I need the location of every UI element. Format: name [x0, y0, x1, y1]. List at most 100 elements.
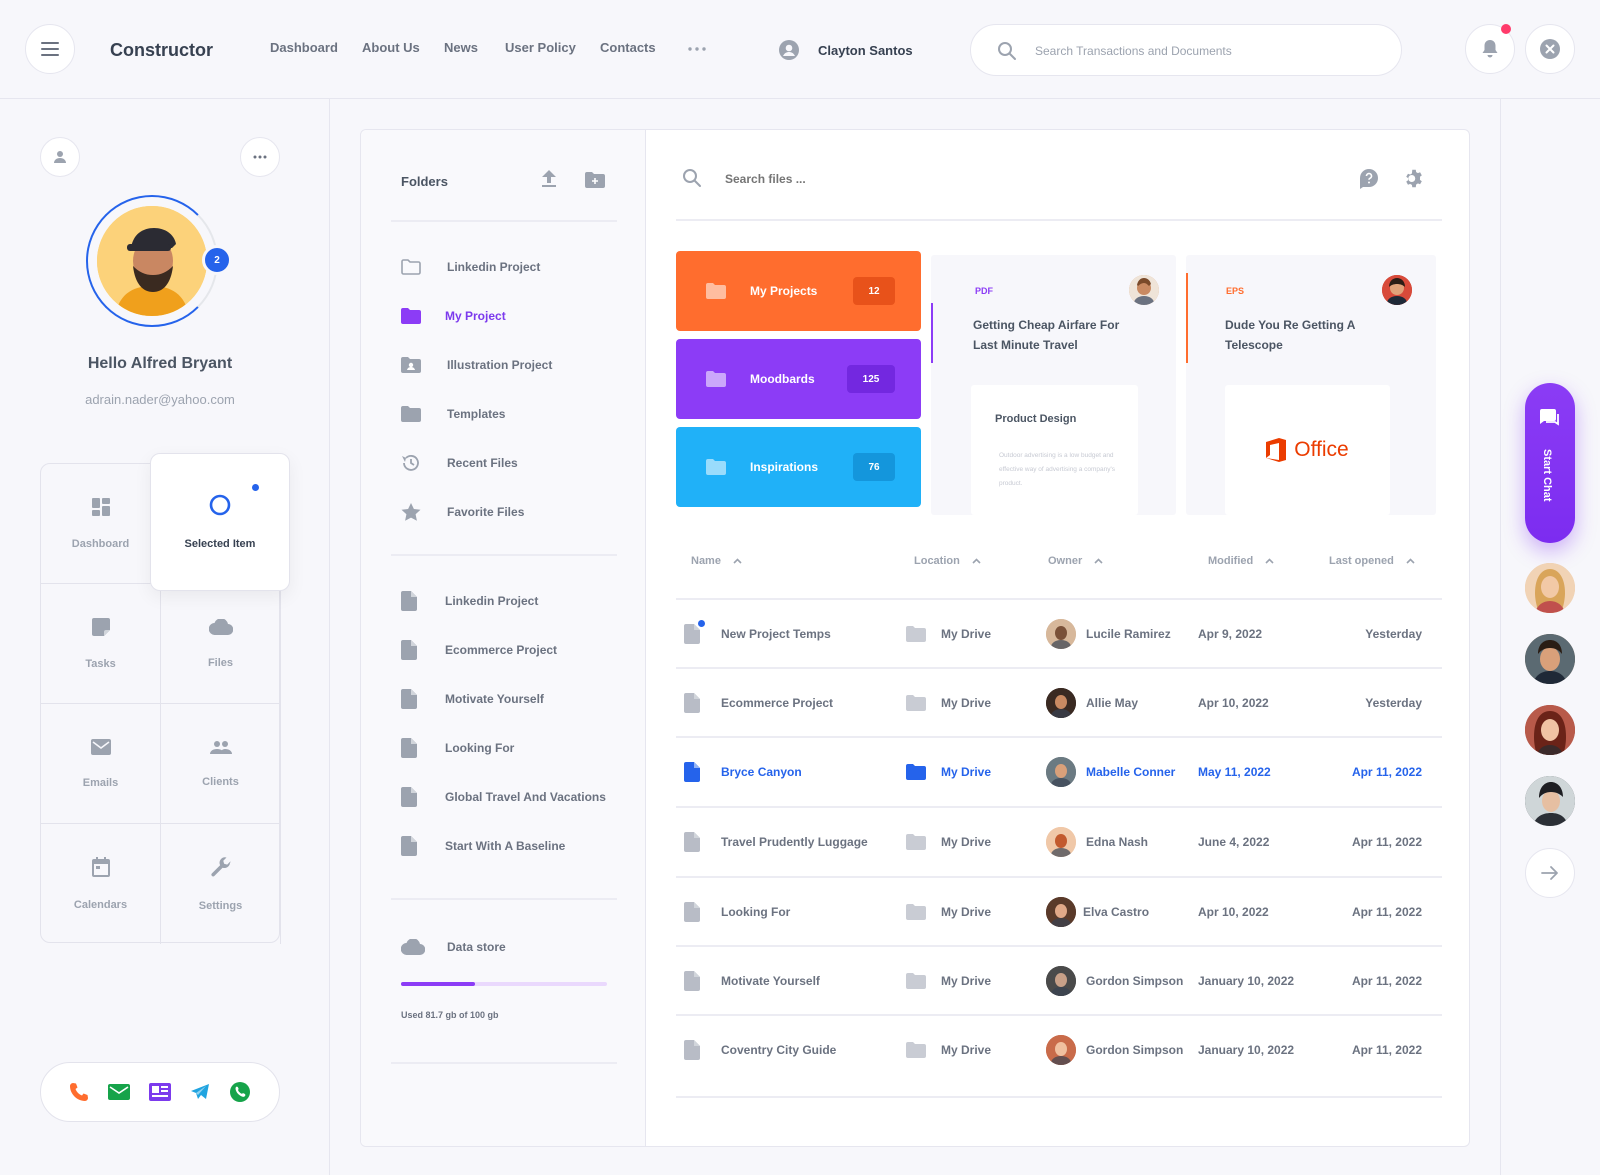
storage-used-text: Used 81.7 gb of 100 gb	[401, 1010, 499, 1020]
row-name[interactable]: Bryce Canyon	[721, 765, 802, 779]
tile-my-projects[interactable]: My Projects 12	[676, 251, 921, 331]
notification-dot	[1501, 24, 1511, 34]
menu-emails[interactable]: Emails	[41, 704, 161, 824]
upload-icon[interactable]	[542, 170, 556, 188]
phone-icon[interactable]	[69, 1082, 89, 1102]
whatsapp-icon[interactable]	[229, 1081, 251, 1103]
card-avatar	[1382, 275, 1412, 305]
user-name[interactable]: Clayton Santos	[818, 43, 913, 58]
chat-contact-avatar[interactable]	[1525, 634, 1575, 684]
telegram-icon[interactable]	[190, 1083, 210, 1101]
table-row[interactable]: Ecommerce Project My Drive Allie May Apr 10…	[676, 667, 1442, 737]
chat-contact-avatar[interactable]	[1525, 776, 1575, 826]
row-name[interactable]: Looking For	[721, 905, 790, 919]
profile-more-button[interactable]	[240, 137, 280, 177]
menu-clients[interactable]: Clients	[161, 704, 281, 824]
nav-user-policy[interactable]: User Policy	[505, 40, 576, 55]
row-location[interactable]: My Drive	[941, 835, 991, 849]
file-start-with-baseline[interactable]: Start With A Baseline	[401, 835, 565, 857]
nav-about-us[interactable]: About Us	[362, 40, 420, 55]
mail-icon[interactable]	[107, 1084, 130, 1100]
row-location[interactable]: My Drive	[941, 627, 991, 641]
row-location[interactable]: My Drive	[941, 765, 991, 779]
next-button[interactable]	[1525, 848, 1575, 898]
row-name[interactable]: Motivate Yourself	[721, 974, 820, 988]
data-store[interactable]: Data store	[401, 936, 506, 958]
nav-contacts[interactable]: Contacts	[600, 40, 656, 55]
nav-dashboard[interactable]: Dashboard	[270, 40, 338, 55]
row-folder-icon	[906, 764, 926, 780]
file-ecommerce-project[interactable]: Ecommerce Project	[401, 639, 557, 661]
file-search-input[interactable]	[725, 170, 1225, 188]
tile-inspirations[interactable]: Inspirations 76	[676, 427, 921, 507]
tile-count: 76	[853, 453, 895, 481]
file-global-travel[interactable]: Global Travel And Vacations	[401, 786, 606, 808]
new-folder-icon[interactable]	[585, 172, 605, 188]
row-location[interactable]: My Drive	[941, 974, 991, 988]
menu-settings[interactable]: Settings	[161, 824, 281, 944]
table-row[interactable]: New Project Temps My Drive Lucile Ramirez A…	[676, 598, 1442, 668]
news-icon[interactable]	[148, 1083, 171, 1101]
menu-clients-label: Clients	[202, 775, 239, 788]
left-sidebar: 2 Hello Alfred Bryant adrain.nader@yahoo…	[0, 99, 330, 1175]
file-icon	[684, 693, 700, 713]
folder-linkedin-project[interactable]: Linkedin Project	[401, 256, 540, 278]
card-pdf[interactable]: PDF Getting Cheap Airfare For Last Minut…	[931, 255, 1176, 515]
col-label: Location	[914, 555, 960, 567]
row-name[interactable]: Coventry City Guide	[721, 1043, 836, 1057]
file-looking-for[interactable]: Looking For	[401, 737, 514, 759]
col-location[interactable]: Location	[914, 555, 981, 567]
row-file-icon	[684, 693, 700, 713]
menu-calendars[interactable]: Calendars	[41, 824, 161, 944]
preview-title: Product Design	[995, 413, 1077, 425]
folder-my-project[interactable]: My Project	[401, 305, 506, 327]
table-row[interactable]: Coventry City Guide My Drive Gordon Simpso…	[676, 1014, 1442, 1084]
row-location[interactable]: My Drive	[941, 905, 991, 919]
file-label: Motivate Yourself	[445, 692, 544, 706]
row-name[interactable]: Ecommerce Project	[721, 696, 833, 710]
menu-tasks[interactable]: Tasks	[41, 584, 161, 704]
right-divider	[1500, 99, 1501, 1175]
tile-label: My Projects	[750, 284, 818, 298]
folder-icon	[906, 764, 926, 780]
owner-avatar	[1046, 619, 1076, 649]
help-icon[interactable]	[1360, 169, 1378, 189]
person-photo-icon	[97, 206, 207, 316]
profile-button[interactable]	[40, 137, 80, 177]
file-linkedin-project[interactable]: Linkedin Project	[401, 590, 538, 612]
user-avatar-icon[interactable]	[779, 40, 799, 60]
row-location[interactable]: My Drive	[941, 1043, 991, 1057]
table-row[interactable]: Bryce Canyon My Drive Mabelle Conner May 11…	[676, 736, 1442, 806]
chat-contact-avatar[interactable]	[1525, 705, 1575, 755]
col-name[interactable]: Name	[691, 555, 742, 567]
col-owner[interactable]: Owner	[1048, 555, 1103, 567]
row-name[interactable]: New Project Temps	[721, 627, 831, 641]
col-last-opened[interactable]: Last opened	[1329, 555, 1415, 567]
table-row[interactable]: Travel Prudently Luggage My Drive Edna Nas…	[676, 806, 1442, 876]
chat-contact-avatar[interactable]	[1525, 563, 1575, 613]
row-name[interactable]: Travel Prudently Luggage	[721, 835, 868, 849]
menu-files[interactable]: Files	[161, 584, 281, 704]
folder-icon	[906, 1042, 926, 1058]
row-location[interactable]: My Drive	[941, 696, 991, 710]
profile-avatar[interactable]	[97, 206, 207, 316]
notifications-button[interactable]	[1465, 24, 1515, 74]
hamburger-menu-button[interactable]	[25, 24, 75, 74]
table-row[interactable]: Motivate Yourself My Drive Gordon Simpson J…	[676, 945, 1442, 1015]
card-eps[interactable]: EPS Dude You Re Getting A Telescope Offi…	[1186, 255, 1436, 515]
folder-illustration-project[interactable]: Illustration Project	[401, 354, 552, 376]
col-modified[interactable]: Modified	[1208, 555, 1274, 567]
tile-moodbards[interactable]: Moodbards 125	[676, 339, 921, 419]
menu-dashboard[interactable]: Dashboard	[41, 464, 161, 584]
folder-recent-files[interactable]: Recent Files	[401, 452, 518, 474]
folder-favorite-files[interactable]: Favorite Files	[401, 501, 524, 523]
menu-selected-item[interactable]: Selected Item	[150, 453, 290, 591]
more-nav-button[interactable]	[688, 47, 706, 51]
gear-icon[interactable]	[1403, 168, 1424, 189]
table-row[interactable]: Looking For My Drive Elva Castro Apr 10, 20…	[676, 876, 1442, 946]
close-button[interactable]	[1525, 24, 1575, 74]
nav-news[interactable]: News	[444, 40, 478, 55]
folder-templates[interactable]: Templates	[401, 403, 505, 425]
file-motivate-yourself[interactable]: Motivate Yourself	[401, 688, 544, 710]
global-search-input[interactable]	[1035, 41, 1375, 61]
